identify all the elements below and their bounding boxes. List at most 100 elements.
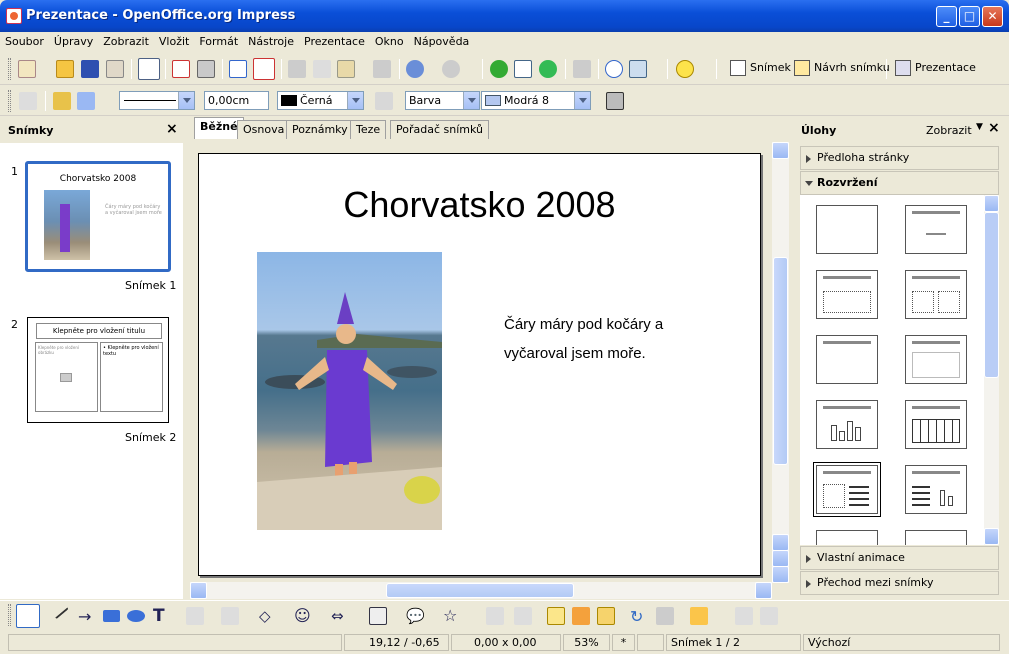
layout-title-chart[interactable] — [816, 400, 878, 449]
paste-icon[interactable] — [337, 60, 355, 78]
line-width-field[interactable]: 0,00cm — [204, 91, 269, 110]
section-custom-animation[interactable]: Vlastní animace — [800, 546, 999, 570]
layout-title-top[interactable] — [816, 335, 878, 384]
toolbar-grip[interactable] — [8, 90, 11, 112]
scroll-up-icon[interactable] — [984, 195, 999, 212]
layout-blank[interactable] — [816, 205, 878, 254]
print-icon[interactable] — [197, 60, 215, 78]
undo-icon[interactable] — [406, 60, 424, 78]
table-icon[interactable] — [514, 60, 532, 78]
section-slide-transition[interactable]: Přechod mezi snímky — [800, 571, 999, 595]
slide-text-box[interactable]: Čáry máry pod kočáry a vyčaroval jsem mo… — [504, 310, 663, 368]
toolbar-grip[interactable] — [8, 604, 11, 626]
splitter[interactable] — [183, 117, 190, 599]
view-menu-button[interactable]: Zobrazit — [926, 124, 972, 137]
select-arrow-icon[interactable] — [16, 604, 40, 628]
toolbar-grip[interactable] — [8, 58, 11, 80]
insert-object-icon[interactable] — [539, 60, 557, 78]
connector-tool-icon[interactable] — [221, 607, 239, 625]
menu-file[interactable]: Soubor — [0, 32, 49, 48]
maximize-button[interactable]: □ — [959, 6, 980, 27]
tab-notes[interactable]: Poznámky — [286, 120, 354, 139]
symbol-shapes-icon[interactable]: ☺ — [294, 606, 312, 625]
slide-thumbnail-1[interactable]: Chorvatsko 2008 Čáry máry pod kočáry a v… — [25, 161, 171, 272]
menu-edit[interactable]: Úpravy — [49, 32, 98, 48]
scroll-up-icon[interactable] — [772, 534, 789, 551]
area-style-select[interactable]: Barva — [405, 91, 480, 110]
menu-slideshow[interactable]: Prezentace — [299, 32, 370, 48]
layout-title-only[interactable] — [905, 205, 967, 254]
format-paintbrush-icon[interactable] — [373, 60, 391, 78]
arrow-style-icon[interactable] — [77, 92, 95, 110]
slide-button[interactable]: Snímek — [728, 58, 791, 80]
line-icon[interactable] — [53, 92, 71, 110]
tab-slide-sorter[interactable]: Pořadač snímků — [390, 120, 489, 139]
close-button[interactable]: ✕ — [982, 6, 1003, 27]
layouts-scrollbar[interactable] — [984, 195, 999, 545]
menu-format[interactable]: Formát — [194, 32, 243, 48]
slide-photo[interactable] — [257, 252, 442, 530]
section-layouts[interactable]: Rozvržení — [800, 171, 999, 195]
layout-two-content[interactable] — [905, 270, 967, 319]
help-icon[interactable] — [676, 60, 694, 78]
points-icon[interactable] — [486, 607, 504, 625]
presentation-button[interactable]: Prezentace — [893, 58, 976, 80]
grid-icon[interactable] — [573, 60, 591, 78]
menu-help[interactable]: Nápověda — [409, 32, 475, 48]
menu-view[interactable]: Zobrazit — [98, 32, 154, 48]
menu-insert[interactable]: Vložit — [154, 32, 194, 48]
scroll-down-icon[interactable] — [772, 550, 789, 567]
slide-thumbnail-2[interactable]: Klepněte pro vložení titulu Klepněte pro… — [27, 317, 169, 423]
tab-outline[interactable]: Osnova — [237, 120, 291, 139]
line-color-select[interactable]: Černá — [277, 91, 364, 110]
scroll-right-icon[interactable] — [755, 582, 772, 599]
from-file-icon[interactable] — [572, 607, 590, 625]
scroll-down-icon[interactable] — [772, 566, 789, 583]
save-icon[interactable] — [81, 60, 99, 78]
splitter[interactable] — [789, 117, 796, 599]
autospellcheck-icon[interactable] — [253, 58, 275, 80]
block-arrows-icon[interactable]: ⇔ — [331, 607, 349, 625]
cut-icon[interactable] — [288, 60, 306, 78]
horizontal-scrollbar[interactable] — [190, 582, 772, 599]
menu-tools[interactable]: Nástroje — [243, 32, 299, 48]
edit-file-icon[interactable] — [138, 58, 160, 80]
section-master-pages[interactable]: Předloha stránky — [800, 146, 999, 170]
email-icon[interactable] — [106, 60, 124, 78]
slide-title[interactable]: Chorvatsko 2008 — [199, 184, 760, 226]
area-color-select[interactable]: Modrá 8 — [481, 91, 591, 110]
scroll-thumb[interactable] — [984, 212, 999, 378]
minimize-button[interactable]: _ — [936, 6, 957, 27]
layout-title-text-chart[interactable] — [905, 465, 967, 514]
spellcheck-icon[interactable] — [229, 60, 247, 78]
tab-handout[interactable]: Teze — [350, 120, 387, 139]
new-document-icon[interactable] — [18, 60, 36, 78]
rectangle-tool-icon[interactable] — [103, 610, 120, 622]
effects-icon[interactable] — [760, 607, 778, 625]
scroll-thumb[interactable] — [773, 257, 788, 465]
extrusion-icon[interactable] — [735, 607, 753, 625]
shadow-icon[interactable] — [606, 92, 624, 110]
copy-icon[interactable] — [313, 60, 331, 78]
layout-more[interactable] — [816, 530, 878, 545]
line-style-select[interactable] — [119, 91, 195, 110]
close-icon[interactable]: × — [988, 120, 1000, 136]
export-pdf-icon[interactable] — [172, 60, 190, 78]
rotate-icon[interactable]: ↻ — [630, 607, 648, 626]
layout-title-table[interactable] — [905, 400, 967, 449]
slide-design-button[interactable]: Návrh snímku — [792, 58, 890, 80]
layout-more[interactable] — [905, 530, 967, 545]
basic-shapes-icon[interactable]: ◇ — [259, 607, 277, 625]
chevron-down-icon[interactable]: ▼ — [976, 122, 983, 132]
scroll-thumb[interactable] — [386, 583, 574, 598]
navigator-icon[interactable] — [605, 60, 623, 78]
stars-icon[interactable]: ☆ — [443, 606, 461, 625]
app-icon[interactable] — [6, 8, 22, 24]
area-icon[interactable] — [375, 92, 393, 110]
open-icon[interactable] — [56, 60, 74, 78]
redo-icon[interactable] — [442, 60, 460, 78]
scroll-up-icon[interactable] — [772, 142, 789, 159]
fontwork-icon[interactable] — [547, 607, 565, 625]
layout-title-clipart-text[interactable] — [813, 462, 881, 517]
alignment-icon[interactable] — [656, 607, 674, 625]
